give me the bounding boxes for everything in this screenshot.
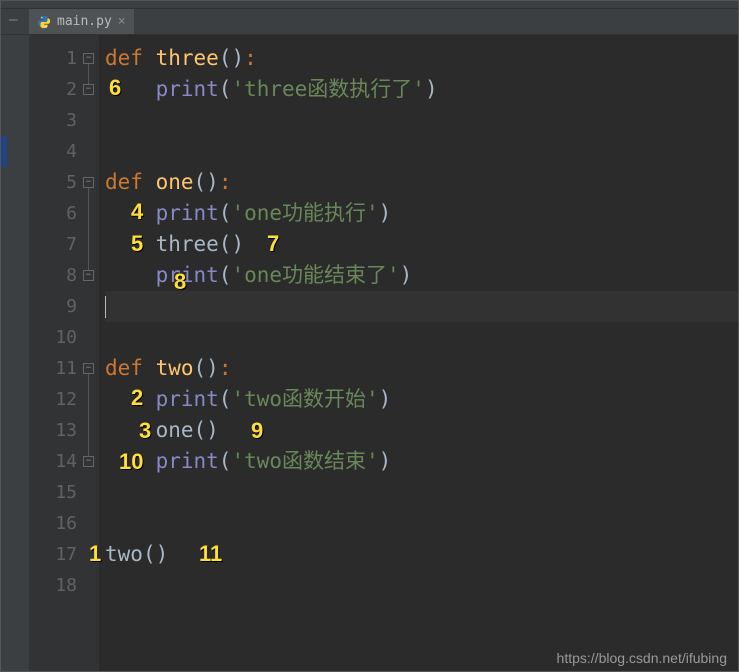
line-number[interactable]: 15 bbox=[29, 477, 99, 508]
code-line[interactable]: print('three函数执行了') bbox=[105, 74, 738, 105]
fold-toggle[interactable]: − bbox=[83, 177, 94, 188]
gutter: 1 2 3 4 5 6 7 8 9 10 11 12 13 14 15 16 1… bbox=[29, 35, 99, 671]
line-number[interactable]: 18 bbox=[29, 570, 99, 601]
code-line[interactable]: three() bbox=[105, 229, 738, 260]
line-number[interactable]: 17 bbox=[29, 539, 99, 570]
line-number[interactable]: 16 bbox=[29, 508, 99, 539]
fold-toggle[interactable]: − bbox=[83, 53, 94, 64]
code-line[interactable] bbox=[105, 136, 738, 167]
line-number[interactable]: 3 bbox=[29, 105, 99, 136]
fold-end[interactable]: − bbox=[83, 270, 94, 281]
menu-dash[interactable]: — bbox=[1, 12, 25, 28]
code-line[interactable]: print('one功能结束了') bbox=[105, 260, 738, 291]
fold-end[interactable]: − bbox=[83, 84, 94, 95]
code-line[interactable]: print('two函数开始') bbox=[105, 384, 738, 415]
code-line[interactable]: two() bbox=[105, 539, 738, 570]
code-line[interactable]: def one(): bbox=[105, 167, 738, 198]
code-line[interactable]: def three(): bbox=[105, 43, 738, 74]
code-line[interactable] bbox=[105, 477, 738, 508]
left-margin bbox=[1, 35, 29, 671]
close-icon[interactable]: × bbox=[118, 14, 126, 29]
code-line[interactable]: print('two函数结束') bbox=[105, 446, 738, 477]
line-number[interactable]: 4 bbox=[29, 136, 99, 167]
code-line[interactable]: print('one功能执行') bbox=[105, 198, 738, 229]
code-line[interactable]: def two(): bbox=[105, 353, 738, 384]
title-bar bbox=[1, 1, 738, 9]
code-area[interactable]: def three(): print('three函数执行了') def one… bbox=[99, 35, 738, 671]
watermark: https://blog.csdn.net/ifubing bbox=[557, 650, 727, 666]
code-line[interactable]: one() bbox=[105, 415, 738, 446]
code-line[interactable] bbox=[105, 508, 738, 539]
cursor bbox=[105, 296, 106, 318]
fold-toggle[interactable]: − bbox=[83, 363, 94, 374]
line-highlight bbox=[1, 136, 7, 167]
file-tab[interactable]: main.py × bbox=[29, 9, 134, 34]
code-line[interactable] bbox=[105, 322, 738, 353]
tab-filename: main.py bbox=[57, 14, 112, 29]
code-line[interactable] bbox=[105, 105, 738, 136]
fold-line bbox=[88, 188, 89, 274]
code-line-current[interactable] bbox=[105, 291, 738, 322]
line-number[interactable]: 10 bbox=[29, 322, 99, 353]
python-file-icon bbox=[37, 15, 51, 29]
editor-window: — main.py × 1 2 3 4 5 6 7 8 9 10 11 bbox=[0, 0, 739, 672]
editor-area: 1 2 3 4 5 6 7 8 9 10 11 12 13 14 15 16 1… bbox=[1, 35, 738, 671]
side-strip: — bbox=[1, 9, 29, 34]
code-line[interactable] bbox=[105, 570, 738, 601]
fold-end[interactable]: − bbox=[83, 456, 94, 467]
tab-bar: — main.py × bbox=[1, 9, 738, 35]
fold-line bbox=[88, 374, 89, 460]
line-number[interactable]: 9 bbox=[29, 291, 99, 322]
